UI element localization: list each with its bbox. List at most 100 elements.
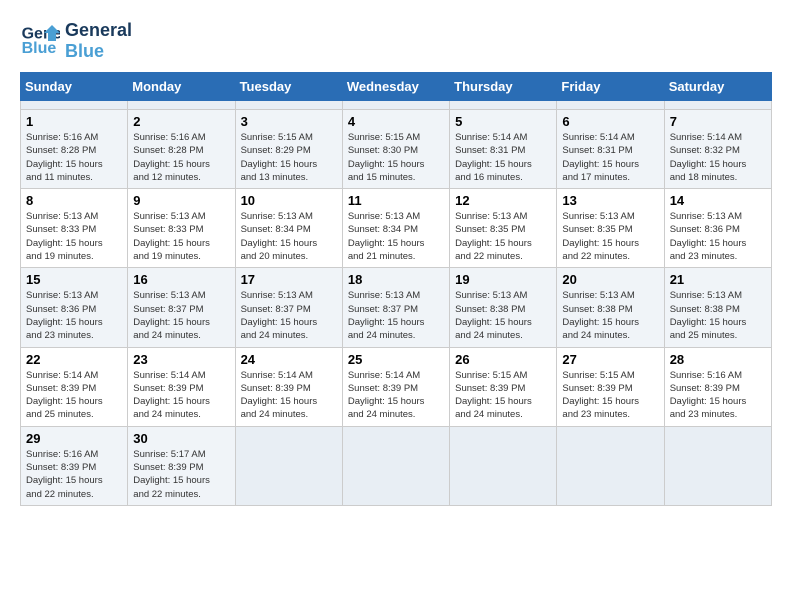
col-header-tuesday: Tuesday (235, 73, 342, 101)
calendar-cell (235, 101, 342, 110)
day-info: Sunrise: 5:13 AM Sunset: 8:34 PM Dayligh… (348, 210, 444, 263)
col-header-friday: Friday (557, 73, 664, 101)
calendar-week-row: 8Sunrise: 5:13 AM Sunset: 8:33 PM Daylig… (21, 189, 772, 268)
calendar-cell: 21 Sunrise: 5:13 AM Sunset: 8:38 PM Dayli… (664, 268, 771, 347)
day-number: 30 (133, 431, 229, 446)
day-info: Sunrise: 5:14 AM Sunset: 8:31 PM Dayligh… (455, 131, 551, 184)
day-number: 18 (348, 272, 444, 287)
calendar-week-row: 22 Sunrise: 5:14 AM Sunset: 8:39 PM Dayli… (21, 347, 772, 426)
day-number: 6 (562, 114, 658, 129)
calendar-cell: 18 Sunrise: 5:13 AM Sunset: 8:37 PM Dayli… (342, 268, 449, 347)
day-info: Sunrise: 5:14 AM Sunset: 8:39 PM Dayligh… (133, 369, 229, 422)
calendar-cell: 19 Sunrise: 5:13 AM Sunset: 8:38 PM Dayli… (450, 268, 557, 347)
calendar-cell (557, 101, 664, 110)
calendar-cell: 14 Sunrise: 5:13 AM Sunset: 8:36 PM Dayli… (664, 189, 771, 268)
day-number: 3 (241, 114, 337, 129)
day-number: 2 (133, 114, 229, 129)
day-number: 13 (562, 193, 658, 208)
calendar-week-row: 29 Sunrise: 5:16 AM Sunset: 8:39 PM Dayli… (21, 426, 772, 505)
calendar-cell: 2 Sunrise: 5:16 AM Sunset: 8:28 PM Daylig… (128, 110, 235, 189)
day-number: 12 (455, 193, 551, 208)
svg-text:Blue: Blue (22, 40, 57, 57)
calendar-table: SundayMondayTuesdayWednesdayThursdayFrid… (20, 72, 772, 506)
calendar-cell: 9 Sunrise: 5:13 AM Sunset: 8:33 PM Daylig… (128, 189, 235, 268)
day-number: 21 (670, 272, 766, 287)
calendar-cell (235, 426, 342, 505)
calendar-cell: 10 Sunrise: 5:13 AM Sunset: 8:34 PM Dayli… (235, 189, 342, 268)
calendar-cell: 20 Sunrise: 5:13 AM Sunset: 8:38 PM Dayli… (557, 268, 664, 347)
day-number: 22 (26, 352, 122, 367)
calendar-cell: 3Sunrise: 5:15 AM Sunset: 8:29 PM Daylig… (235, 110, 342, 189)
day-number: 20 (562, 272, 658, 287)
calendar-cell (664, 426, 771, 505)
calendar-cell: 4Sunrise: 5:15 AM Sunset: 8:30 PM Daylig… (342, 110, 449, 189)
day-info: Sunrise: 5:13 AM Sunset: 8:36 PM Dayligh… (670, 210, 766, 263)
day-number: 17 (241, 272, 337, 287)
day-number: 1 (26, 114, 122, 129)
day-info: Sunrise: 5:13 AM Sunset: 8:33 PM Dayligh… (26, 210, 122, 263)
day-info: Sunrise: 5:13 AM Sunset: 8:37 PM Dayligh… (241, 289, 337, 342)
logo-icon: General Blue (20, 21, 60, 61)
calendar-cell: 27Sunrise: 5:15 AM Sunset: 8:39 PM Dayli… (557, 347, 664, 426)
day-info: Sunrise: 5:14 AM Sunset: 8:39 PM Dayligh… (26, 369, 122, 422)
calendar-cell: 22 Sunrise: 5:14 AM Sunset: 8:39 PM Dayli… (21, 347, 128, 426)
day-info: Sunrise: 5:13 AM Sunset: 8:38 PM Dayligh… (670, 289, 766, 342)
day-info: Sunrise: 5:13 AM Sunset: 8:35 PM Dayligh… (455, 210, 551, 263)
day-info: Sunrise: 5:13 AM Sunset: 8:37 PM Dayligh… (348, 289, 444, 342)
day-info: Sunrise: 5:16 AM Sunset: 8:28 PM Dayligh… (133, 131, 229, 184)
day-info: Sunrise: 5:13 AM Sunset: 8:38 PM Dayligh… (562, 289, 658, 342)
calendar-cell: 7Sunrise: 5:14 AM Sunset: 8:32 PM Daylig… (664, 110, 771, 189)
col-header-saturday: Saturday (664, 73, 771, 101)
col-header-monday: Monday (128, 73, 235, 101)
calendar-cell: 6 Sunrise: 5:14 AM Sunset: 8:31 PM Daylig… (557, 110, 664, 189)
calendar-cell: 17 Sunrise: 5:13 AM Sunset: 8:37 PM Dayli… (235, 268, 342, 347)
calendar-cell: 25 Sunrise: 5:14 AM Sunset: 8:39 PM Dayli… (342, 347, 449, 426)
day-number: 25 (348, 352, 444, 367)
calendar-cell: 15 Sunrise: 5:13 AM Sunset: 8:36 PM Dayli… (21, 268, 128, 347)
day-number: 5 (455, 114, 551, 129)
day-number: 15 (26, 272, 122, 287)
day-number: 9 (133, 193, 229, 208)
page-header: General Blue General Blue (20, 20, 772, 62)
calendar-cell: 29 Sunrise: 5:16 AM Sunset: 8:39 PM Dayli… (21, 426, 128, 505)
day-info: Sunrise: 5:16 AM Sunset: 8:39 PM Dayligh… (26, 448, 122, 501)
day-info: Sunrise: 5:13 AM Sunset: 8:34 PM Dayligh… (241, 210, 337, 263)
day-number: 28 (670, 352, 766, 367)
logo: General Blue General Blue (20, 20, 132, 62)
day-number: 29 (26, 431, 122, 446)
calendar-cell: 23 Sunrise: 5:14 AM Sunset: 8:39 PM Dayli… (128, 347, 235, 426)
day-number: 19 (455, 272, 551, 287)
logo-blue: Blue (65, 41, 132, 62)
day-number: 10 (241, 193, 337, 208)
day-number: 27 (562, 352, 658, 367)
calendar-cell: 12 Sunrise: 5:13 AM Sunset: 8:35 PM Dayli… (450, 189, 557, 268)
day-number: 4 (348, 114, 444, 129)
calendar-header-row: SundayMondayTuesdayWednesdayThursdayFrid… (21, 73, 772, 101)
day-info: Sunrise: 5:13 AM Sunset: 8:35 PM Dayligh… (562, 210, 658, 263)
col-header-thursday: Thursday (450, 73, 557, 101)
calendar-cell: 1 Sunrise: 5:16 AM Sunset: 8:28 PM Daylig… (21, 110, 128, 189)
day-info: Sunrise: 5:14 AM Sunset: 8:32 PM Dayligh… (670, 131, 766, 184)
calendar-cell: 28Sunrise: 5:16 AM Sunset: 8:39 PM Dayli… (664, 347, 771, 426)
calendar-week-row: 15 Sunrise: 5:13 AM Sunset: 8:36 PM Dayli… (21, 268, 772, 347)
day-info: Sunrise: 5:13 AM Sunset: 8:36 PM Dayligh… (26, 289, 122, 342)
calendar-cell (342, 101, 449, 110)
day-info: Sunrise: 5:14 AM Sunset: 8:39 PM Dayligh… (348, 369, 444, 422)
day-info: Sunrise: 5:13 AM Sunset: 8:33 PM Dayligh… (133, 210, 229, 263)
calendar-cell: 5 Sunrise: 5:14 AM Sunset: 8:31 PM Daylig… (450, 110, 557, 189)
calendar-cell: 8Sunrise: 5:13 AM Sunset: 8:33 PM Daylig… (21, 189, 128, 268)
day-number: 14 (670, 193, 766, 208)
calendar-cell: 16Sunrise: 5:13 AM Sunset: 8:37 PM Dayli… (128, 268, 235, 347)
calendar-cell (128, 101, 235, 110)
day-number: 23 (133, 352, 229, 367)
day-info: Sunrise: 5:16 AM Sunset: 8:28 PM Dayligh… (26, 131, 122, 184)
day-info: Sunrise: 5:15 AM Sunset: 8:39 PM Dayligh… (455, 369, 551, 422)
day-info: Sunrise: 5:13 AM Sunset: 8:38 PM Dayligh… (455, 289, 551, 342)
calendar-cell (450, 101, 557, 110)
calendar-cell: 26Sunrise: 5:15 AM Sunset: 8:39 PM Dayli… (450, 347, 557, 426)
day-info: Sunrise: 5:14 AM Sunset: 8:31 PM Dayligh… (562, 131, 658, 184)
col-header-sunday: Sunday (21, 73, 128, 101)
calendar-cell (664, 101, 771, 110)
calendar-cell (21, 101, 128, 110)
day-number: 11 (348, 193, 444, 208)
